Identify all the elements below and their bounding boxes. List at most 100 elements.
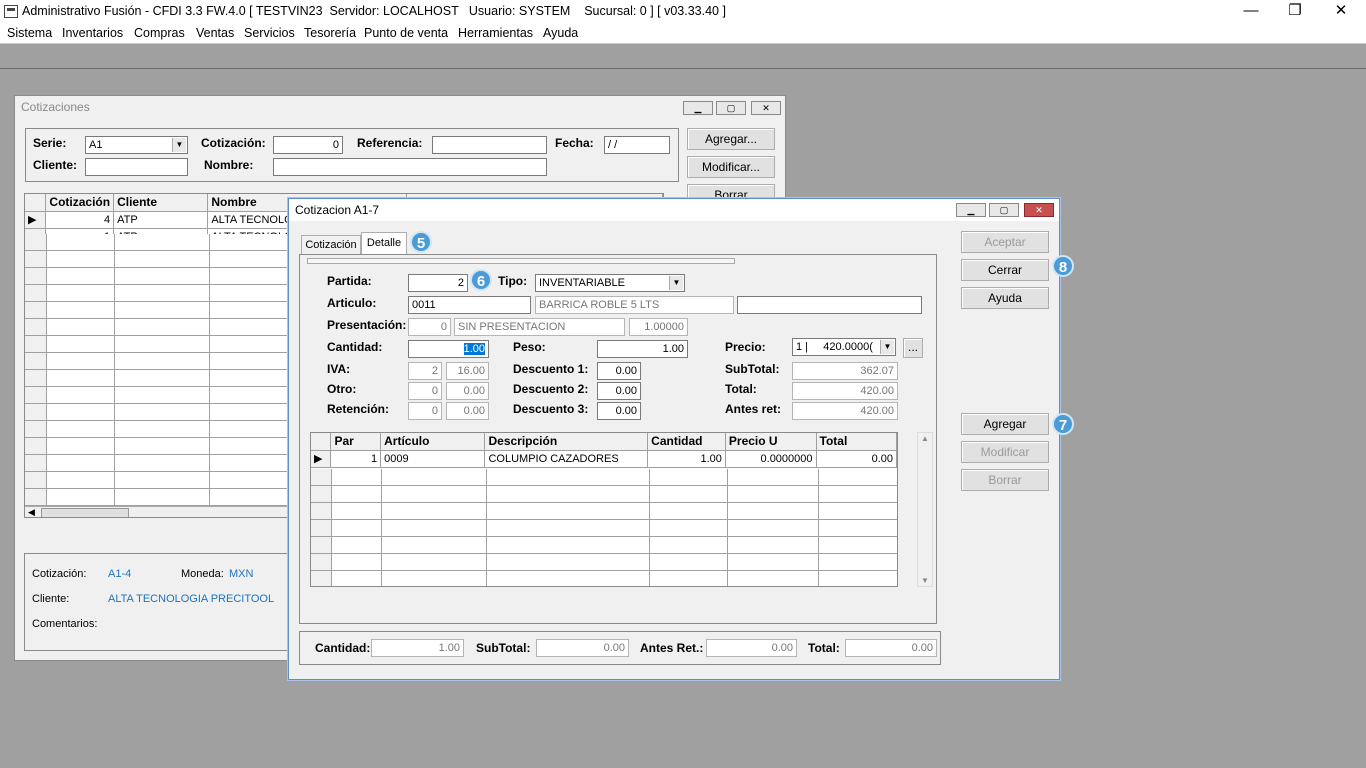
summary-cliente-value: ALTA TECNOLOGIA PRECITOOL xyxy=(108,593,275,605)
fecha-field[interactable]: / / xyxy=(604,136,670,154)
descuento3-field[interactable]: 0.00 xyxy=(597,402,641,420)
cell: 4 xyxy=(45,211,115,229)
menu-bar: Sistema Inventarios Compras Ventas Servi… xyxy=(0,24,1366,44)
modificar-button[interactable]: Modificar... xyxy=(687,156,775,178)
articulo-label: Articulo: xyxy=(327,296,377,310)
vertical-scrollbar[interactable]: ▲ ▼ xyxy=(917,432,933,587)
articulo-desc-field: BARRICA ROBLE 5 LTS xyxy=(535,296,734,314)
scroll-down-icon[interactable]: ▼ xyxy=(921,576,929,585)
minimize-icon[interactable]: ▁ xyxy=(683,101,713,115)
tab-detalle[interactable]: Detalle xyxy=(361,232,407,255)
descuento1-field[interactable]: 0.00 xyxy=(597,362,641,380)
col-cantidad[interactable]: Cantidad xyxy=(647,433,726,451)
scroll-up-icon[interactable]: ▲ xyxy=(921,434,929,443)
divider xyxy=(114,234,115,506)
articulo-extra-field[interactable] xyxy=(737,296,922,314)
modificar-partida-button[interactable]: Modificar xyxy=(961,441,1049,463)
descuento1-label: Descuento 1: xyxy=(513,362,589,376)
menu-servicios[interactable]: Servicios xyxy=(244,26,295,40)
col-articulo[interactable]: Artículo xyxy=(380,433,486,451)
col-precio-u[interactable]: Precio U xyxy=(725,433,817,451)
partida-label: Partida: xyxy=(327,274,372,288)
divider xyxy=(818,469,819,586)
maximize-icon[interactable]: ❐ xyxy=(1272,2,1318,22)
bottom-total-label: Total: xyxy=(808,641,840,655)
fecha-label: Fecha: xyxy=(555,136,594,150)
aceptar-button[interactable]: Aceptar xyxy=(961,231,1049,253)
dialog-title: Cotizacion A1-7 xyxy=(289,199,1059,221)
antes-ret-field: 420.00 xyxy=(792,402,898,420)
step-badge-6: 6 xyxy=(470,269,492,291)
menu-ayuda[interactable]: Ayuda xyxy=(543,26,578,40)
close-icon[interactable]: ✕ xyxy=(751,101,781,115)
scroll-left-icon[interactable]: ◀ xyxy=(28,507,35,517)
peso-field[interactable]: 1.00 xyxy=(597,340,688,358)
col-descripcion[interactable]: Descripción xyxy=(484,433,649,451)
menu-sistema[interactable]: Sistema xyxy=(7,26,52,40)
partida-field[interactable]: 2 xyxy=(408,274,468,292)
close-icon[interactable]: ✕ xyxy=(1024,203,1054,217)
precio-value: 1 | 420.0000( xyxy=(796,341,873,353)
precio-lookup-button[interactable]: ... xyxy=(903,338,923,358)
col-cliente[interactable]: Cliente xyxy=(113,194,209,212)
antes-ret-label: Antes ret: xyxy=(725,402,782,416)
bottom-subtotal-label: SubTotal: xyxy=(476,641,531,655)
ayuda-button[interactable]: Ayuda xyxy=(961,287,1049,309)
presentacion-label: Presentación: xyxy=(327,318,407,332)
borrar-partida-button[interactable]: Borrar xyxy=(961,469,1049,491)
row-pointer-icon: ▶ xyxy=(25,211,47,229)
menu-inventarios[interactable]: Inventarios xyxy=(62,26,123,40)
cotizacion-field[interactable]: 0 xyxy=(273,136,343,154)
divider xyxy=(46,234,47,506)
minimize-icon[interactable]: ▁ xyxy=(956,203,986,217)
cell: 0.00 xyxy=(816,450,897,468)
cell: COLUMPIO CAZADORES xyxy=(484,450,649,468)
iva-num-field: 2 xyxy=(408,362,442,380)
cotizaciones-title: Cotizaciones xyxy=(21,100,90,114)
chevron-down-icon[interactable]: ▼ xyxy=(669,276,683,290)
tipo-select[interactable]: INVENTARIABLE ▼ xyxy=(535,274,685,292)
cell: 0.0000000 xyxy=(725,450,817,468)
chevron-down-icon[interactable]: ▼ xyxy=(880,340,894,354)
bottom-subtotal-field: 0.00 xyxy=(536,639,629,657)
bottom-cantidad-field: 1.00 xyxy=(371,639,464,657)
retencion-label: Retención: xyxy=(327,402,390,416)
close-icon[interactable]: ✕ xyxy=(1318,2,1364,22)
nombre-field[interactable] xyxy=(273,158,547,176)
serie-select[interactable]: A1 ▼ xyxy=(85,136,188,154)
menu-ventas[interactable]: Ventas xyxy=(196,26,234,40)
cantidad-field[interactable]: 1.00 xyxy=(408,340,489,358)
cliente-field[interactable] xyxy=(85,158,188,176)
col-cotizacion[interactable]: Cotización xyxy=(45,194,115,212)
menu-compras[interactable]: Compras xyxy=(134,26,185,40)
menu-herramientas[interactable]: Herramientas xyxy=(458,26,533,40)
referencia-field[interactable] xyxy=(432,136,547,154)
articulo-code-field[interactable]: 0011 xyxy=(408,296,531,314)
presentacion-num-field: 0 xyxy=(408,318,451,336)
summary-moneda-label: Moneda: xyxy=(181,568,224,580)
maximize-icon[interactable]: ▢ xyxy=(989,203,1019,217)
maximize-icon[interactable]: ▢ xyxy=(716,101,746,115)
agregar-button[interactable]: Agregar... xyxy=(687,128,775,150)
precio-select[interactable]: 1 | 420.0000( ▼ xyxy=(792,338,896,356)
precio-label: Precio: xyxy=(725,340,766,354)
agregar-partida-button[interactable]: Agregar xyxy=(961,413,1049,435)
cerrar-button[interactable]: Cerrar xyxy=(961,259,1049,281)
cotizacion-dialog: Cotizacion A1-7 ▁ ▢ ✕ Cotización Detalle… xyxy=(288,198,1060,680)
referencia-label: Referencia: xyxy=(357,136,423,150)
table-row[interactable]: ▶ 1 0009 COLUMPIO CAZADORES 1.00 0.0000000 0.0… xyxy=(311,450,897,468)
total-label: Total: xyxy=(725,382,757,396)
chevron-down-icon[interactable]: ▼ xyxy=(172,138,186,152)
divider xyxy=(331,469,332,586)
otro-label: Otro: xyxy=(327,382,357,396)
menu-tesoreria[interactable]: Tesorería xyxy=(304,26,356,40)
tab-cotizacion[interactable]: Cotización xyxy=(301,235,361,255)
grid-corner xyxy=(25,194,47,212)
descuento2-field[interactable]: 0.00 xyxy=(597,382,641,400)
minimize-icon[interactable]: — xyxy=(1228,2,1274,22)
scroll-thumb[interactable] xyxy=(41,508,129,517)
col-total[interactable]: Total xyxy=(816,433,897,451)
total-field: 420.00 xyxy=(792,382,898,400)
col-par[interactable]: Par xyxy=(330,433,382,451)
menu-punto-de-venta[interactable]: Punto de venta xyxy=(364,26,448,40)
